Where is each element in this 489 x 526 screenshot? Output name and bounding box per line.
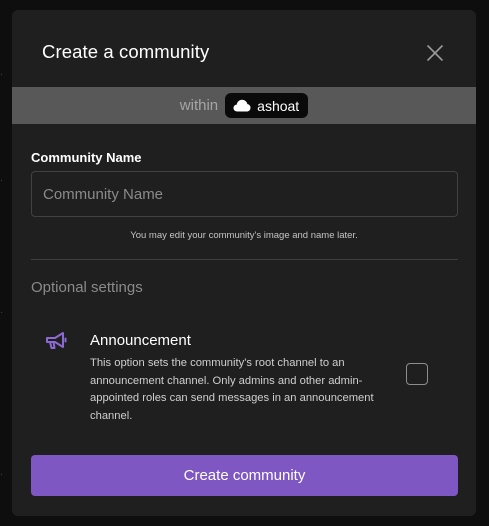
announcement-title: Announcement [90,332,191,349]
close-icon [427,45,443,61]
within-community-bar: within ashoat [12,87,476,124]
modal-title: Create a community [42,41,210,62]
community-name: ashoat [257,97,300,114]
community-name-input[interactable] [31,171,458,217]
create-community-button[interactable]: Create community [31,455,458,496]
section-divider [31,259,458,260]
helper-text: You may edit your community's image and … [130,230,358,241]
close-button[interactable] [423,41,447,65]
background-fragment: . [0,466,4,478]
parent-community-chip: ashoat [225,93,309,118]
background-fragment: . [0,66,4,78]
announcement-description: This option sets the community's root ch… [90,357,374,422]
cloud-icon [233,99,251,112]
within-label: within [179,97,219,114]
background-fragment: . [0,304,4,316]
background-fragment: . [0,172,4,184]
optional-settings-heading: Optional settings [31,279,143,296]
modal-header: Create a community [12,10,476,87]
create-community-modal: Create a community within ashoat Communi… [12,10,476,516]
community-name-label: Community Name [31,150,142,165]
announcement-checkbox[interactable] [406,363,428,385]
megaphone-icon [44,330,68,352]
